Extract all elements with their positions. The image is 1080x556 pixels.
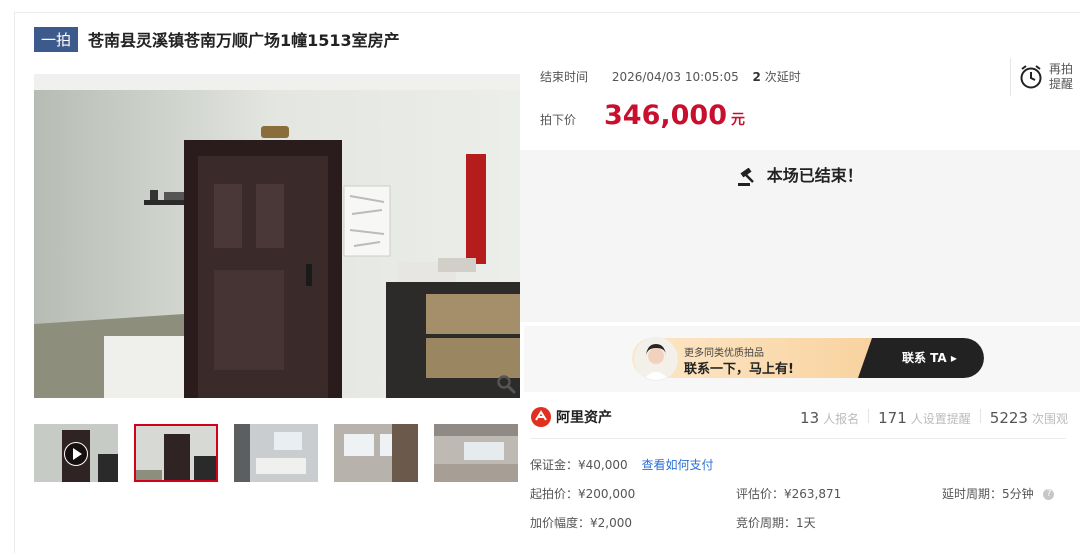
increment: 加价幅度：¥2,000 (530, 516, 632, 530)
auction-status-area: 本场已结束！ (520, 150, 1080, 322)
end-time-row: 结束时间 2026/04/03 10:05:05 2 次延时 (540, 68, 801, 85)
auction-ended-message: 本场已结束！ (520, 162, 1080, 186)
divider (868, 409, 870, 423)
help-icon[interactable]: ? (1043, 489, 1055, 500)
brand-name: 阿里资产 (556, 410, 612, 426)
remind-button[interactable]: 再拍 提醒 (1010, 58, 1080, 96)
thumbnail-livingroom[interactable] (434, 424, 518, 482)
delay-suffix: 次延时 (764, 70, 801, 84)
contact-button[interactable]: 联系 TA ▸ (902, 349, 957, 366)
remind-label-1: 再拍 (1049, 62, 1074, 76)
reminder-label: 人设置提醒 (910, 412, 971, 426)
final-price: 346,000 (604, 100, 727, 131)
thumbnail-strip (34, 424, 534, 482)
avatar (634, 337, 678, 381)
end-time-label: 结束时间 (540, 70, 589, 84)
brand[interactable]: 阿里资产 (530, 406, 612, 428)
promo-banner[interactable]: 更多同类优质拍品 联系一下，马上有! 联系 TA ▸ (524, 326, 1080, 392)
signup-label: 人报名 (823, 412, 860, 426)
final-price-row: 拍下价 346,000 元 (540, 100, 745, 131)
thumbnail-video[interactable] (34, 424, 118, 482)
view-count: 5223 (989, 409, 1028, 427)
zoom-icon[interactable] (496, 374, 516, 394)
title-row: 一拍 苍南县灵溪镇苍南万顺广场1幢1513室房产 (34, 26, 400, 52)
price-unit: 元 (731, 112, 745, 128)
signup-count: 13 (800, 409, 820, 427)
gavel-icon (738, 167, 755, 186)
view-label: 次围观 (1031, 412, 1068, 426)
reminder-count: 171 (878, 409, 907, 427)
thumbnail-door[interactable] (134, 424, 218, 482)
ended-text: 本场已结束！ (766, 166, 863, 185)
stats-bar: 13 人报名 171 人设置提醒 5223 次围观 (800, 409, 1068, 427)
delay-period: 延时周期：5分钟 (942, 487, 1034, 501)
remind-label-2: 提醒 (1049, 77, 1074, 91)
play-icon[interactable] (64, 442, 88, 466)
end-time-value: 2026/04/03 10:05:05 (611, 70, 739, 84)
deposit-value: 保证金：¥40,000 (530, 458, 628, 472)
start-price: 起拍价：¥200,000 (530, 487, 636, 501)
evaluation-price: 评估价：¥263,871 (736, 487, 842, 501)
page-title: 苍南县灵溪镇苍南万顺广场1幢1513室房产 (88, 31, 400, 50)
bid-period: 竞价周期：1天 (736, 516, 816, 530)
delay-period-info: 延时周期：5分钟 ? (942, 485, 1055, 502)
ali-assets-logo-icon (531, 407, 551, 427)
auction-round-badge: 一拍 (34, 26, 79, 52)
alarm-clock-icon (1020, 65, 1042, 89)
deposit-info: 保证金：¥40,000 查看如何支付 (530, 456, 713, 473)
final-price-label: 拍下价 (540, 113, 577, 127)
main-photo[interactable] (34, 74, 520, 398)
promo-subtitle: 更多同类优质拍品 (684, 348, 764, 359)
delay-count: 2 (752, 70, 761, 84)
thumbnail-window[interactable] (334, 424, 418, 482)
promo-title: 联系一下，马上有! (684, 362, 794, 377)
how-to-pay-link[interactable]: 查看如何支付 (641, 458, 713, 472)
contact-label: 联系 TA (902, 351, 947, 365)
divider (979, 409, 981, 423)
divider-line (530, 438, 1066, 439)
caret-right-icon: ▸ (950, 351, 957, 365)
thumbnail-bedroom[interactable] (234, 424, 318, 482)
